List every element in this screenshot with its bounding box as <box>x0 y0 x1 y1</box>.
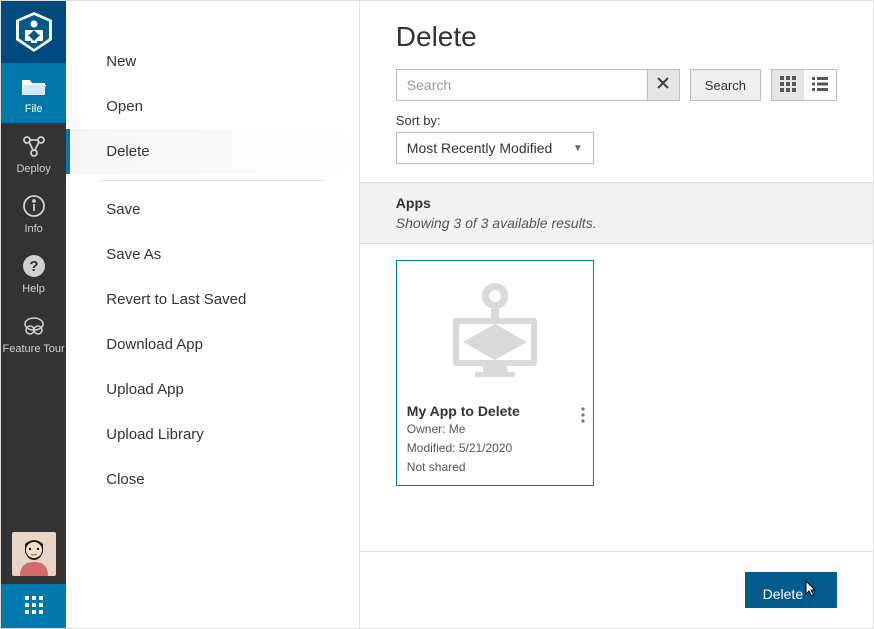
close-icon <box>656 76 670 95</box>
menu-item-revert[interactable]: Revert to Last Saved <box>66 277 359 322</box>
menu-item-upload-library[interactable]: Upload Library <box>66 412 359 457</box>
sort-label: Sort by: <box>396 113 837 128</box>
nav-label: Deploy <box>16 163 50 175</box>
card-more-button[interactable] <box>577 403 589 430</box>
clear-search-button[interactable] <box>647 70 679 100</box>
feature-tour-icon <box>21 313 47 339</box>
delete-panel: Delete Search <box>360 1 873 628</box>
delete-button[interactable]: Delete <box>745 572 837 608</box>
sort-value: Most Recently Modified <box>407 140 553 156</box>
results-grid: My App to Delete Owner: Me Modified: 5/2… <box>360 244 873 551</box>
menu-item-save[interactable]: Save <box>66 187 359 232</box>
chevron-down-icon: ▼ <box>573 143 583 154</box>
help-icon: ? <box>22 253 46 279</box>
app-logo-icon[interactable] <box>1 1 66 63</box>
app-owner: Owner: Me <box>407 421 583 438</box>
nav-item-help[interactable]: ? Help <box>1 243 66 303</box>
more-vertical-icon <box>581 411 585 426</box>
app-card[interactable]: My App to Delete Owner: Me Modified: 5/2… <box>396 260 594 486</box>
menu-item-new[interactable]: New <box>66 39 359 84</box>
panel-footer: Delete <box>360 551 873 628</box>
menu-item-upload-app[interactable]: Upload App <box>66 367 359 412</box>
menu-item-delete[interactable]: Delete <box>66 129 359 174</box>
section-subtitle: Showing 3 of 3 available results. <box>396 215 837 231</box>
app-shared: Not shared <box>407 459 583 476</box>
delete-button-label: Delete <box>763 586 803 602</box>
app-launcher-button[interactable] <box>1 584 66 628</box>
apps-grid-icon <box>25 596 43 617</box>
user-avatar[interactable] <box>12 532 56 576</box>
nav-item-feature-tour[interactable]: Feature Tour <box>1 303 66 364</box>
panel-header: Delete Search <box>360 1 873 182</box>
info-icon <box>22 193 46 219</box>
section-header: Apps Showing 3 of 3 available results. <box>360 182 873 244</box>
app-thumbnail <box>397 261 593 397</box>
app-title: My App to Delete <box>407 403 583 419</box>
grid-view-icon <box>780 76 796 95</box>
grid-view-button[interactable] <box>772 70 804 100</box>
app-root: File Deploy Info ? Help Feature Tour <box>0 0 874 629</box>
app-modified: Modified: 5/21/2020 <box>407 440 583 457</box>
menu-item-download-app[interactable]: Download App <box>66 322 359 367</box>
folder-open-icon <box>21 73 47 99</box>
search-row: Search <box>396 69 837 101</box>
nav-label: Info <box>24 223 42 235</box>
search-button[interactable]: Search <box>690 69 761 101</box>
nav-label: File <box>25 103 43 115</box>
sort-dropdown[interactable]: Most Recently Modified ▼ <box>396 132 594 164</box>
page-title: Delete <box>396 21 837 53</box>
file-submenu: New Open Delete Save Save As Revert to L… <box>66 1 360 628</box>
deploy-icon <box>21 133 47 159</box>
menu-divider <box>100 180 325 181</box>
section-title: Apps <box>396 195 837 211</box>
nav-item-file[interactable]: File <box>1 63 66 123</box>
menu-item-save-as[interactable]: Save As <box>66 232 359 277</box>
nav-label: Feature Tour <box>3 343 65 356</box>
view-toggle <box>771 69 837 101</box>
icon-sidebar: File Deploy Info ? Help Feature Tour <box>1 1 66 628</box>
nav-label: Help <box>22 283 45 295</box>
app-card-body: My App to Delete Owner: Me Modified: 5/2… <box>397 397 593 485</box>
nav-item-info[interactable]: Info <box>1 183 66 243</box>
list-view-button[interactable] <box>804 70 836 100</box>
nav-item-deploy[interactable]: Deploy <box>1 123 66 183</box>
cursor-icon <box>803 586 819 602</box>
svg-text:?: ? <box>29 258 38 275</box>
menu-item-open[interactable]: Open <box>66 84 359 129</box>
menu-item-close[interactable]: Close <box>66 457 359 502</box>
search-input[interactable] <box>397 70 647 100</box>
list-view-icon <box>812 76 828 95</box>
search-box <box>396 69 680 101</box>
